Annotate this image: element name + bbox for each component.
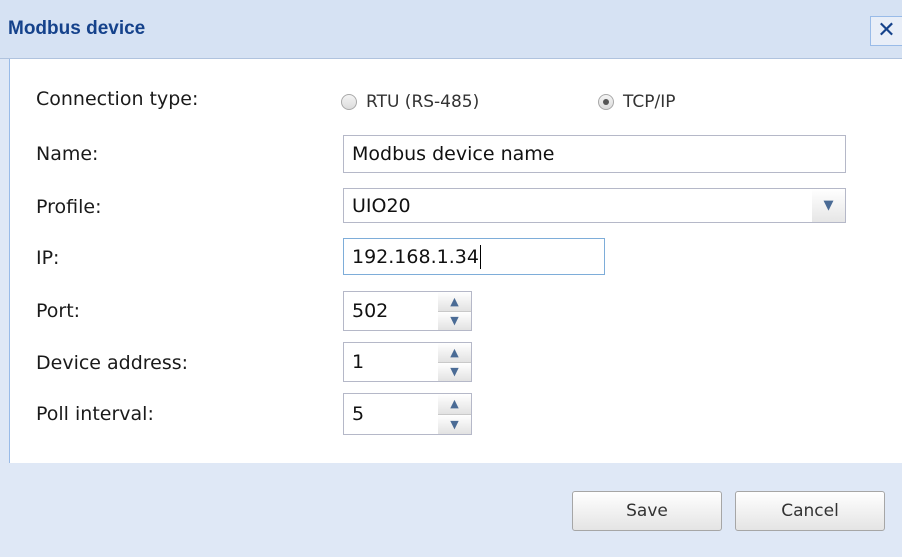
radio-tcpip-label[interactable]: TCP/IP bbox=[623, 92, 676, 112]
chevron-up-icon[interactable]: ▲ bbox=[438, 343, 471, 363]
port-field[interactable]: 502 bbox=[343, 291, 439, 331]
chevron-up-icon[interactable]: ▲ bbox=[438, 394, 471, 415]
port-value: 502 bbox=[352, 300, 389, 322]
chevron-down-icon[interactable]: ▼ bbox=[438, 414, 471, 434]
radio-tcpip[interactable]: TCP/IP bbox=[598, 92, 676, 112]
chevron-up-icon[interactable]: ▲ bbox=[438, 292, 471, 312]
device-address-label: Device address: bbox=[36, 352, 189, 374]
chevron-down-icon[interactable]: ▼ bbox=[438, 362, 471, 381]
connection-type-label: Connection type: bbox=[36, 88, 199, 110]
text-caret bbox=[479, 244, 481, 269]
device-address-value: 1 bbox=[352, 351, 365, 373]
ip-value: 192.168.1.34 bbox=[352, 245, 479, 268]
poll-interval-label: Poll interval: bbox=[36, 403, 154, 425]
profile-label: Profile: bbox=[36, 196, 102, 218]
form-panel: Connection type: RTU (RS-485) TCP/IP Nam… bbox=[9, 59, 902, 464]
name-value: Modbus device name bbox=[352, 143, 555, 165]
chevron-down-icon[interactable]: ▼ bbox=[812, 188, 846, 223]
profile-select[interactable]: UIO20 bbox=[343, 188, 813, 223]
profile-value: UIO20 bbox=[352, 194, 411, 217]
poll-interval-value: 5 bbox=[352, 403, 365, 425]
device-address-field[interactable]: 1 bbox=[343, 342, 439, 382]
dialog-title: Modbus device bbox=[8, 18, 146, 39]
poll-interval-field[interactable]: 5 bbox=[343, 393, 439, 435]
ip-field[interactable]: 192.168.1.34 bbox=[343, 238, 605, 275]
radio-tcpip-button[interactable] bbox=[598, 94, 614, 110]
port-label: Port: bbox=[36, 300, 81, 322]
dialog-header[interactable]: Modbus device ✕ bbox=[0, 0, 902, 59]
port-spinner[interactable]: ▲ ▼ bbox=[438, 291, 472, 331]
ip-label: IP: bbox=[36, 247, 60, 269]
device-address-spinner[interactable]: ▲ ▼ bbox=[438, 342, 472, 382]
radio-rtu-button[interactable] bbox=[341, 94, 357, 110]
name-label: Name: bbox=[36, 143, 99, 165]
radio-rtu[interactable]: RTU (RS-485) bbox=[341, 92, 479, 112]
name-field[interactable]: Modbus device name bbox=[343, 135, 846, 173]
poll-interval-spinner[interactable]: ▲ ▼ bbox=[438, 393, 472, 435]
save-button[interactable]: Save bbox=[572, 491, 722, 531]
close-icon[interactable]: ✕ bbox=[870, 16, 902, 46]
modbus-device-dialog: Modbus device ✕ Connection type: RTU (RS… bbox=[0, 0, 902, 557]
chevron-down-icon[interactable]: ▼ bbox=[438, 311, 471, 330]
radio-rtu-label[interactable]: RTU (RS-485) bbox=[366, 92, 479, 112]
cancel-button[interactable]: Cancel bbox=[735, 491, 885, 531]
